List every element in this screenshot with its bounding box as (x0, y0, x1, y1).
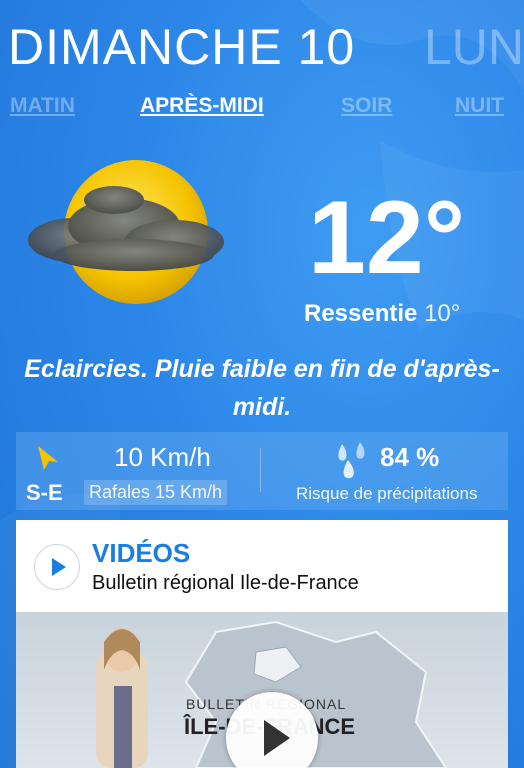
feels-like: Ressentie 10° (304, 300, 460, 328)
play-icon[interactable] (34, 544, 80, 590)
video-card: VIDÉOS Bulletin régional Ile-de-France B… (16, 520, 508, 768)
wind-speed: 10 Km/h (114, 442, 211, 472)
feels-like-value: 10° (424, 300, 461, 327)
wind-direction: S-E (26, 480, 63, 505)
divider (260, 448, 261, 492)
weather-description: Eclaircies. Pluie faible en fin de d'apr… (24, 355, 500, 421)
tab-apres-midi[interactable]: APRÈS-MIDI (140, 94, 264, 118)
day-next[interactable]: LUN (424, 18, 524, 76)
day-selector: DIMANCHE 10 LUN (0, 18, 524, 78)
feels-like-label: Ressentie (304, 300, 418, 327)
video-subtitle[interactable]: Bulletin régional Ile-de-France (92, 572, 359, 595)
day-current[interactable]: DIMANCHE 10 (8, 18, 355, 76)
precipitation-value: 84 % (380, 442, 440, 472)
rain-drops-icon (338, 442, 365, 479)
tab-matin[interactable]: MATIN (10, 94, 75, 118)
video-section-title: VIDÉOS (92, 538, 191, 568)
wind-gusts: Rafales 15 Km/h (84, 480, 228, 505)
video-thumbnail[interactable]: BULLETIN RÉGIONAL ÎLE-DE-FRANCE (16, 612, 508, 768)
tab-soir[interactable]: SOIR (341, 94, 392, 118)
temperature: 12° (308, 180, 466, 296)
precipitation-label: Risque de précipitations (296, 484, 478, 503)
info-panel: S-E 10 Km/h Rafales 15 Km/h 84 % Risque … (16, 432, 508, 510)
sun-behind-cloud-icon (28, 160, 224, 304)
tab-nuit[interactable]: NUIT (455, 94, 504, 118)
period-tabs: MATIN APRÈS-MIDI SOIR NUIT (0, 94, 524, 124)
wind-arrow-icon (38, 446, 58, 470)
